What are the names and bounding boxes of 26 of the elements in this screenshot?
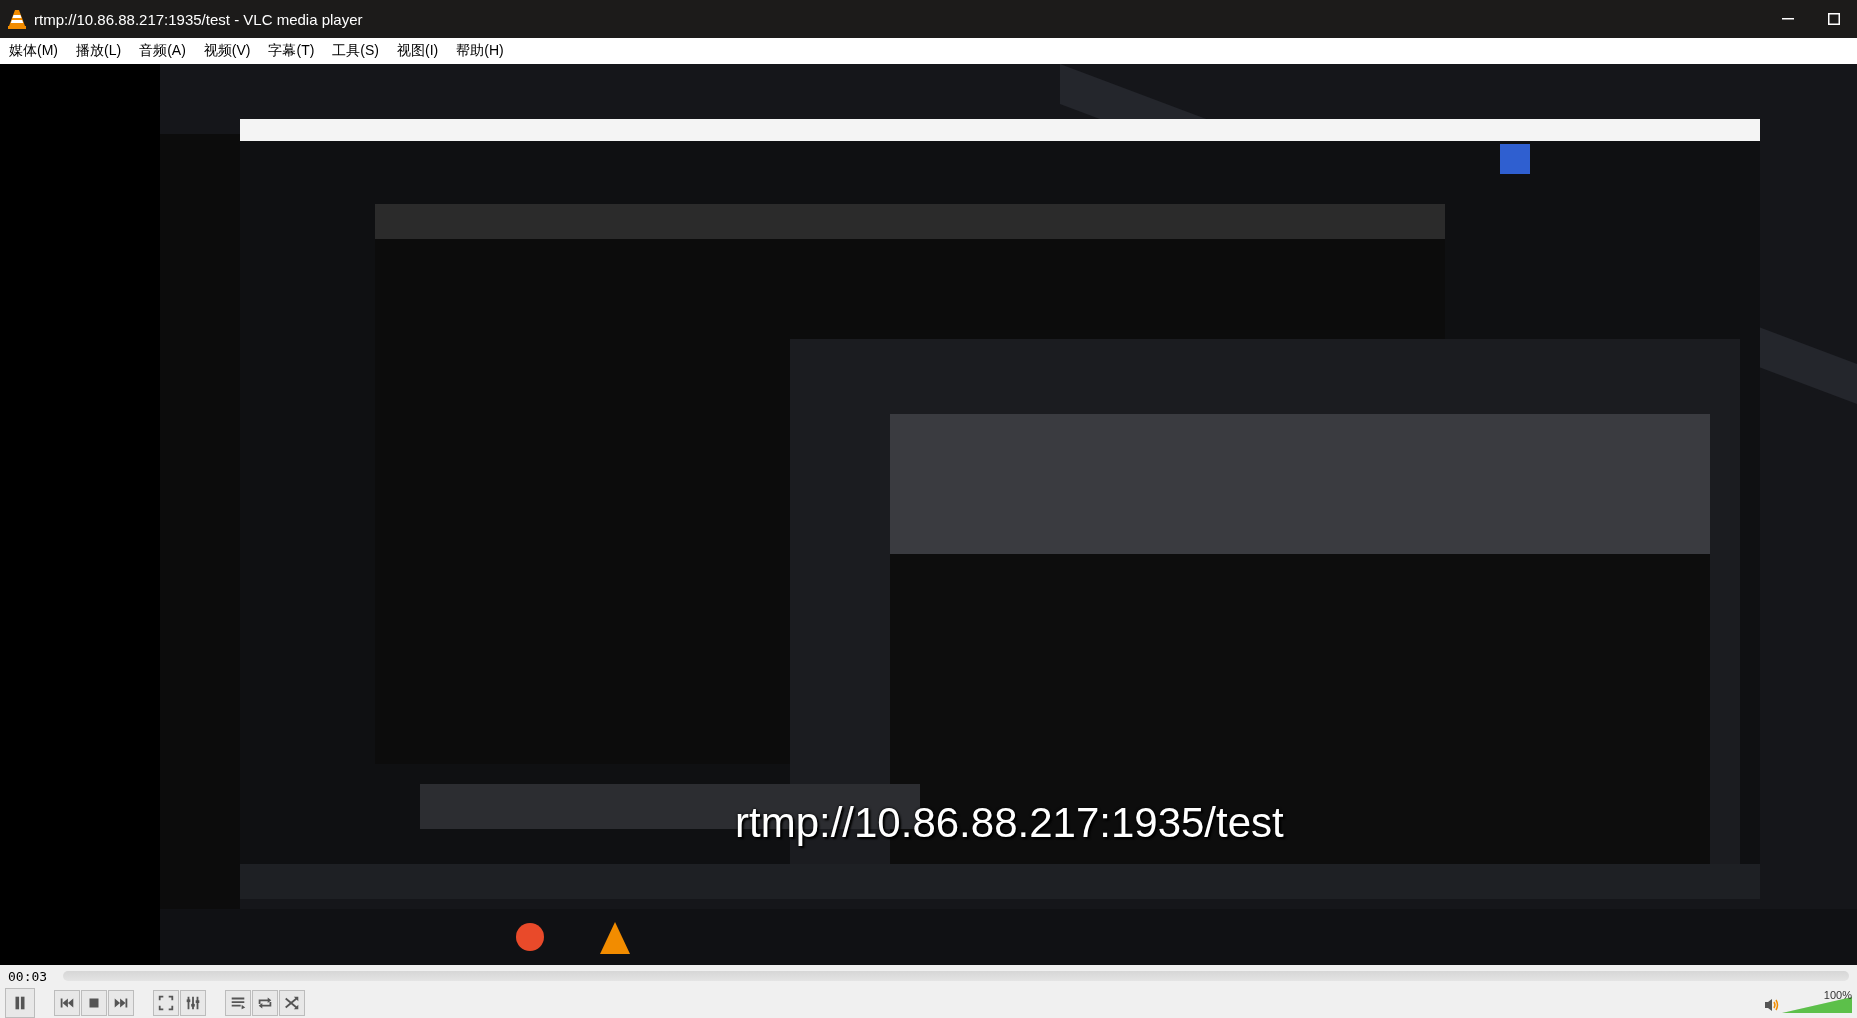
fullscreen-button[interactable] [153, 989, 179, 1016]
menu-item[interactable]: 字幕(T) [261, 39, 322, 63]
maximize-icon [1828, 13, 1840, 25]
next-button[interactable] [108, 989, 134, 1016]
previous-button[interactable] [54, 989, 80, 1016]
speaker-icon[interactable] [1764, 996, 1780, 1013]
loop-button[interactable] [252, 989, 278, 1016]
window-title: rtmp://10.86.88.217:1935/test - VLC media player [34, 10, 364, 28]
menu-item[interactable]: 播放(L) [69, 39, 129, 63]
osd-title: rtmp://10.86.88.217:1935/test [735, 799, 1284, 847]
shuffle-button[interactable] [279, 989, 305, 1016]
fullscreen-icon [157, 993, 175, 1012]
equalizer-button[interactable] [180, 989, 206, 1016]
elapsed-time: 00:03 [8, 968, 48, 984]
menu-item[interactable]: 媒体(M) [2, 39, 65, 63]
menu-item[interactable]: 视图(I) [390, 39, 446, 63]
minimize-icon [1782, 18, 1794, 20]
playlist-button[interactable] [225, 989, 251, 1016]
pause-button[interactable] [5, 987, 35, 1018]
menu-item[interactable]: 帮助(H) [449, 39, 511, 63]
vlc-cone-icon [8, 9, 26, 29]
menu-item[interactable]: 工具(S) [325, 39, 387, 63]
menu-item[interactable]: 音频(A) [132, 39, 193, 63]
volume-reading: 100% [1823, 988, 1852, 1001]
menu-item[interactable]: 视频(V) [196, 39, 258, 63]
stop-button[interactable] [81, 989, 107, 1016]
